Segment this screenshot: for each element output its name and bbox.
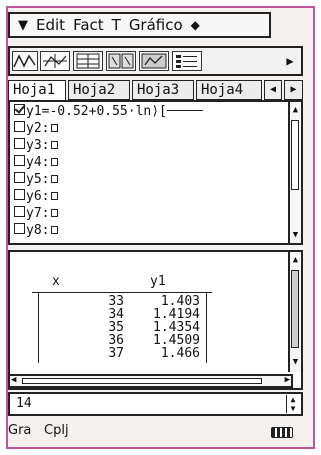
equation-row-y4[interactable]: y4: [14, 155, 59, 170]
scroll-left-icon[interactable]: ◀ [11, 375, 16, 385]
checkbox-y8[interactable] [14, 223, 25, 234]
cursor-line [166, 110, 203, 111]
arrow-right-icon[interactable]: ▶ [282, 51, 298, 71]
menu-t[interactable]: T [112, 16, 121, 34]
diamond-icon[interactable]: ◆ [191, 18, 200, 32]
column-header-y1: y1 [150, 274, 166, 289]
tab-hoja4[interactable]: Hoja4 [196, 80, 262, 100]
scrollbar-thumb[interactable] [291, 270, 299, 348]
input-line-value[interactable]: 14 [16, 396, 32, 411]
equation-label: y6: [26, 189, 50, 204]
checkbox-y6[interactable] [14, 189, 25, 200]
table-icon[interactable] [73, 51, 103, 71]
input-line[interactable]: 14 ▲ ▼ [8, 392, 303, 416]
table-pane: x y1 33 1.403 34 1.4194 35 1.4354 36 1.4… [8, 250, 303, 390]
chevron-down-icon[interactable]: ▼ [18, 18, 28, 33]
split-view-icon[interactable] [139, 51, 169, 71]
status-graph-mode: Gra [8, 423, 32, 438]
equation-row-y7[interactable]: y7: [14, 206, 59, 221]
equation-row-y1[interactable]: y1=-0.52+0.55·ln⟩[ [14, 104, 286, 119]
empty-slot-icon [51, 141, 59, 149]
sheet-tabs: Hoja1 Hoja2 Hoja3 Hoja4 ◀ ▶ [8, 80, 303, 100]
empty-slot-icon [51, 175, 59, 183]
equation-label: y1= [26, 104, 50, 119]
battery-icon [271, 427, 293, 438]
scroll-down-icon[interactable]: ▼ [290, 229, 301, 241]
checkbox-y4[interactable] [14, 155, 25, 166]
table-left-border [38, 293, 39, 363]
list-icon[interactable] [172, 51, 202, 71]
menu-fact[interactable]: Fact [73, 16, 104, 34]
menu-grafico[interactable]: Gráfico [129, 16, 183, 34]
table-right-border [206, 293, 207, 363]
equation-label: y8: [26, 223, 50, 238]
input-spinner-icon[interactable]: ▲ ▼ [286, 395, 299, 413]
equation-label: y7: [26, 206, 50, 221]
checkbox-y2[interactable] [14, 121, 25, 132]
toolbar: ▶ [8, 46, 303, 76]
equation-row-y2[interactable]: y2: [14, 121, 59, 136]
equation-expression[interactable]: -0.52+0.55·ln⟩[ [49, 104, 166, 119]
menu-edit[interactable]: Edit [36, 16, 65, 34]
empty-slot-icon [51, 209, 59, 217]
empty-slot-icon [51, 192, 59, 200]
equation-row-y3[interactable]: y3: [14, 138, 59, 153]
table-scrollbar[interactable]: ▲ ▼ [288, 252, 301, 372]
tab-scroll-left-icon[interactable]: ◀ [264, 80, 282, 100]
header-underline [32, 292, 212, 293]
checkbox-y3[interactable] [14, 138, 25, 149]
equation-row-y8[interactable]: y8: [14, 223, 59, 238]
checkbox-y7[interactable] [14, 206, 25, 217]
tab-hoja2[interactable]: Hoja2 [68, 80, 130, 100]
column-header-x: x [52, 274, 60, 289]
scroll-right-icon[interactable]: ▶ [285, 375, 290, 385]
scroll-up-icon[interactable]: ▲ [290, 104, 301, 116]
checkbox-y1[interactable] [14, 104, 25, 115]
scroll-down-icon[interactable]: ▼ [290, 356, 301, 368]
table-cell-y1[interactable]: 1.466 [140, 347, 200, 360]
editor-scrollbar[interactable]: ▲ ▼ [288, 102, 301, 243]
table-hscrollbar[interactable]: ◀ ▶ [8, 374, 293, 388]
graph-line-icon[interactable] [12, 51, 38, 71]
equation-label: y4: [26, 155, 50, 170]
scrollbar-thumb[interactable] [291, 120, 299, 190]
graph-style-icon[interactable] [40, 51, 70, 71]
hscroll-thumb[interactable] [22, 378, 262, 384]
empty-slot-icon [51, 226, 59, 234]
equation-row-y5[interactable]: y5: [14, 172, 59, 187]
checkbox-y5[interactable] [14, 172, 25, 183]
tab-hoja3[interactable]: Hoja3 [132, 80, 194, 100]
tab-scroll-right-icon[interactable]: ▶ [284, 80, 303, 100]
equation-label: y2: [26, 121, 50, 136]
graph-editor: y1=-0.52+0.55·ln⟩[ y2: y3: y4: y5: y6: y… [8, 100, 303, 245]
graph-table-icon[interactable] [106, 51, 136, 71]
menu-bar: ▼ Edit Fact T Gráfico ◆ [8, 12, 271, 38]
tab-hoja1[interactable]: Hoja1 [8, 80, 66, 100]
status-complex-mode: Cplj [44, 423, 69, 438]
empty-slot-icon [51, 158, 59, 166]
status-bar: Gra Cplj [8, 421, 303, 441]
equation-label: y3: [26, 138, 50, 153]
empty-slot-icon [51, 124, 59, 132]
equation-label: y5: [26, 172, 50, 187]
equation-row-y6[interactable]: y6: [14, 189, 59, 204]
table-cell-x[interactable]: 37 [70, 347, 124, 360]
scroll-up-icon[interactable]: ▲ [290, 254, 301, 266]
